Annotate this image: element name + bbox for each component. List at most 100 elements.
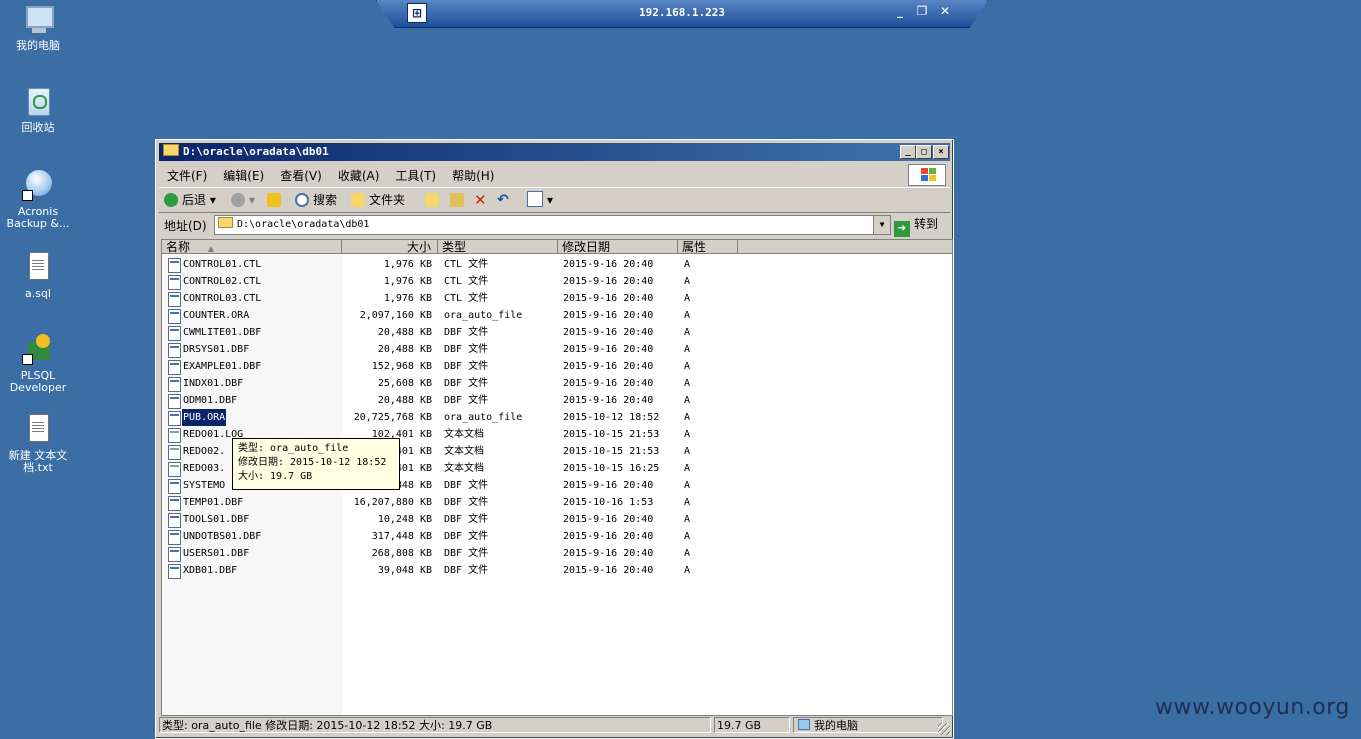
delete-icon: ✕ <box>474 191 487 209</box>
cell-type: CTL 文件 <box>444 259 489 270</box>
title-bar[interactable]: D:\oracle\oradata\db01 _ □ × <box>159 143 950 161</box>
views-button[interactable]: ▾ <box>527 191 553 209</box>
column-header-attr[interactable]: 属性 <box>678 240 738 254</box>
desktop-icon-recycle-bin[interactable]: 回收站 <box>2 86 74 134</box>
resize-grip[interactable] <box>938 723 950 735</box>
cell-name: SYSTEMO <box>183 480 226 491</box>
table-row[interactable]: COUNTER.ORA 2,097,160 KB ora_auto_file 2015… <box>162 307 952 324</box>
desktop-icon-plsql[interactable]: PLSQL Developer <box>2 334 74 394</box>
cell-name: UNDOTBS01.DBF <box>183 531 262 542</box>
cell-name: INDX01.DBF <box>183 378 244 389</box>
address-dropdown-button[interactable]: ▼ <box>873 216 890 234</box>
file-list[interactable]: 名称 ▲ 大小 类型 修改日期 属性 CONTROL01.CTL 1,976 KB… <box>161 239 953 716</box>
menu-bar: 文件(F) 编辑(E) 查看(V) 收藏(A) 工具(T) 帮助(H) <box>159 163 950 188</box>
table-row[interactable]: CWMLITE01.DBF 20,488 KB DBF 文件 2015-9-16 20… <box>162 324 952 341</box>
close-button[interactable]: × <box>933 145 949 159</box>
rdp-close-button[interactable]: ✕ <box>938 4 952 18</box>
table-row[interactable]: CONTROL03.CTL 1,976 KB CTL 文件 2015-9-16 20:… <box>162 290 952 307</box>
cell-date: 2015-9-16 20:40 <box>563 310 654 321</box>
cell-attr: A <box>684 463 691 474</box>
cell-type: DBF 文件 <box>444 327 489 338</box>
cell-size: 268,808 KB <box>371 548 432 559</box>
table-row[interactable]: INDX01.DBF 25,608 KB DBF 文件 2015-9-16 20:40… <box>162 375 952 392</box>
up-folder-button[interactable] <box>267 191 285 209</box>
cell-attr: A <box>684 293 691 304</box>
delete-button[interactable]: ✕ <box>474 191 487 209</box>
desktop-icon-my-computer[interactable]: 我的电脑 <box>2 4 74 52</box>
file-icon <box>168 360 181 375</box>
menu-tools[interactable]: 工具(T) <box>387 163 444 188</box>
cell-size: 25,608 KB <box>377 378 432 389</box>
menu-view[interactable]: 查看(V) <box>272 163 330 188</box>
cell-name: DRSYS01.DBF <box>183 344 250 355</box>
cell-name: REDO02. <box>183 446 226 457</box>
rdp-minimize-button[interactable]: _ <box>893 4 907 18</box>
go-button[interactable]: ➔ 转到 <box>894 215 938 237</box>
table-row[interactable]: UNDOTBS01.DBF 317,448 KB DBF 文件 2015-9-16 2… <box>162 528 952 545</box>
go-label: 转到 <box>914 217 939 231</box>
column-header-name[interactable]: 名称 ▲ <box>162 240 342 254</box>
file-icon <box>168 343 181 358</box>
cell-type: 文本文档 <box>444 446 484 457</box>
move-to-button[interactable] <box>425 191 443 209</box>
views-icon <box>527 191 543 207</box>
undo-button[interactable]: ↶ <box>497 191 509 209</box>
cell-attr: A <box>684 259 691 270</box>
cell-attr: A <box>684 395 691 406</box>
menu-file[interactable]: 文件(F) <box>159 163 215 188</box>
cell-name: ODM01.DBF <box>183 395 238 406</box>
table-row[interactable]: TOOLS01.DBF 10,248 KB DBF 文件 2015-9-16 20:4… <box>162 511 952 528</box>
cell-size: 16,207,880 KB <box>353 497 432 508</box>
menu-help[interactable]: 帮助(H) <box>444 163 502 188</box>
table-row[interactable]: PUB.ORA 20,725,768 KB ora_auto_file 2015-10… <box>162 408 952 427</box>
column-header-size[interactable]: 大小 <box>342 240 438 254</box>
table-row[interactable]: DRSYS01.DBF 20,488 KB DBF 文件 2015-9-16 20:4… <box>162 341 952 358</box>
desktop-icon-a-sql[interactable]: a.sql <box>2 252 74 300</box>
desktop-icon-label: 回收站 <box>21 121 55 134</box>
table-row[interactable]: XDB01.DBF 39,048 KB DBF 文件 2015-9-16 20:40 A <box>162 562 952 579</box>
cell-size: 20,488 KB <box>377 395 432 406</box>
maximize-button[interactable]: □ <box>916 145 932 159</box>
text-file-icon <box>22 252 54 284</box>
table-row[interactable]: CONTROL01.CTL 1,976 KB CTL 文件 2015-9-16 20:… <box>162 256 952 273</box>
file-tooltip: 类型: ora_auto_file 修改日期: 2015-10-12 18:52… <box>232 438 400 490</box>
back-button[interactable]: 后退 ▾ <box>164 191 216 209</box>
table-row[interactable]: USERS01.DBF 268,808 KB DBF 文件 2015-9-16 20:… <box>162 545 952 562</box>
search-button[interactable]: 搜索 <box>295 191 337 209</box>
cell-date: 2015-9-16 20:40 <box>563 276 654 287</box>
column-header-date[interactable]: 修改日期 <box>558 240 678 254</box>
cell-date: 2015-9-16 20:40 <box>563 344 654 355</box>
cell-date: 2015-10-15 21:53 <box>563 446 660 457</box>
minimize-button[interactable]: _ <box>900 145 916 159</box>
folder-icon <box>351 193 365 207</box>
desktop-icon-acronis[interactable]: Acronis Backup &... <box>2 170 74 230</box>
menu-edit[interactable]: 编辑(E) <box>215 163 272 188</box>
folders-button[interactable]: 文件夹 <box>351 191 405 209</box>
cell-date: 2015-9-16 20:40 <box>563 480 654 491</box>
cell-size: 2,097,160 KB <box>359 310 432 321</box>
desktop-icon-label: Acronis Backup &... <box>6 205 70 230</box>
menu-favorites[interactable]: 收藏(A) <box>330 163 388 188</box>
cell-type: DBF 文件 <box>444 361 489 372</box>
cell-size: 20,488 KB <box>377 327 432 338</box>
column-header-type[interactable]: 类型 <box>438 240 558 254</box>
desktop-icon-new-text[interactable]: 新建 文本文档.txt <box>2 414 74 474</box>
forward-button[interactable]: ▾ <box>231 191 255 209</box>
cell-type: DBF 文件 <box>444 548 489 559</box>
cell-attr: A <box>684 497 691 508</box>
cell-type: DBF 文件 <box>444 378 489 389</box>
cell-date: 2015-9-16 20:40 <box>563 378 654 389</box>
cell-date: 2015-9-16 20:40 <box>563 259 654 270</box>
file-icon <box>168 326 181 341</box>
address-input[interactable]: D:\oracle\oradata\db01 ▼ <box>214 215 891 235</box>
copy-to-button[interactable] <box>450 191 468 209</box>
cell-size: 1,976 KB <box>383 259 432 270</box>
table-row[interactable]: TEMP01.DBF 16,207,880 KB DBF 文件 2015-10-16 … <box>162 494 952 511</box>
cell-attr: A <box>684 344 691 355</box>
desktop-icon-label: 我的电脑 <box>16 39 60 52</box>
cell-attr: A <box>684 531 691 542</box>
table-row[interactable]: CONTROL02.CTL 1,976 KB CTL 文件 2015-9-16 20:… <box>162 273 952 290</box>
table-row[interactable]: EXAMPLE01.DBF 152,968 KB DBF 文件 2015-9-16 2… <box>162 358 952 375</box>
rdp-restore-button[interactable]: ❐ <box>915 4 929 18</box>
table-row[interactable]: ODM01.DBF 20,488 KB DBF 文件 2015-9-16 20:40 A <box>162 392 952 409</box>
